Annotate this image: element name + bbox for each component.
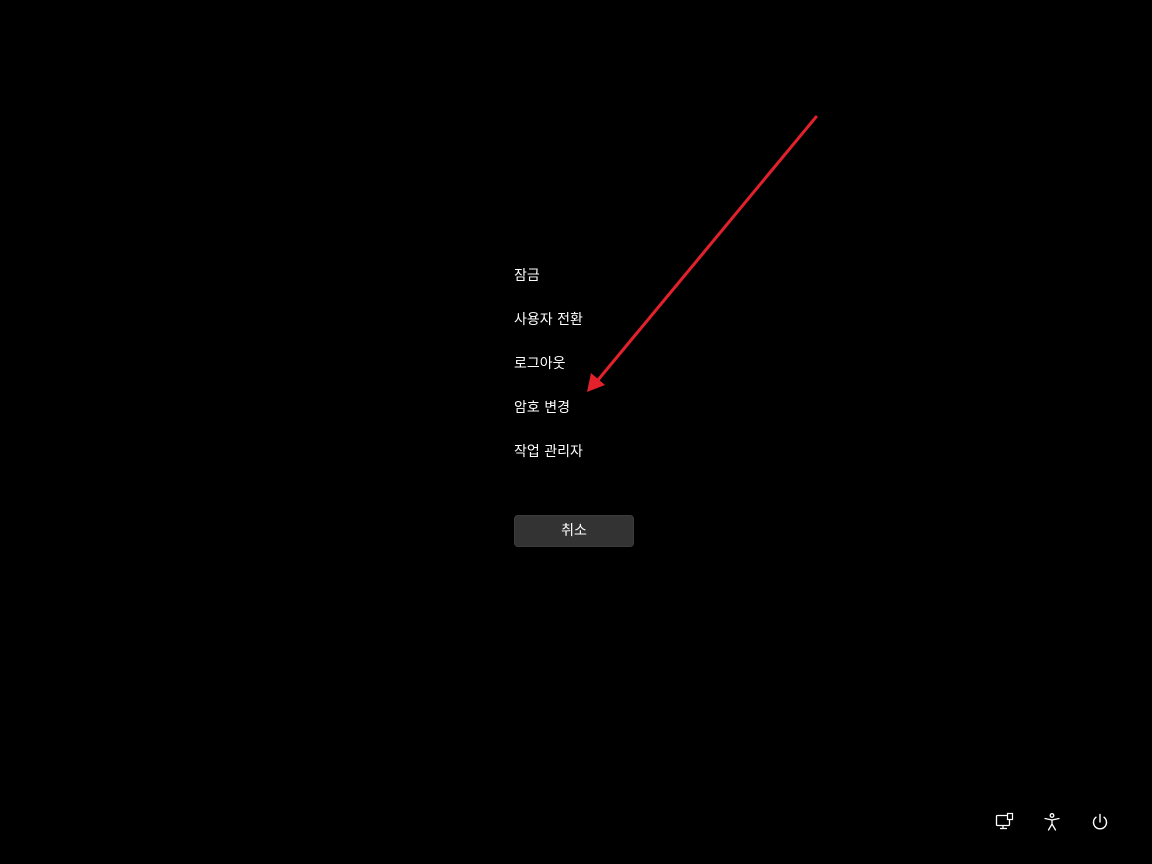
network-button[interactable]	[992, 810, 1016, 834]
annotation-arrow-head	[587, 373, 605, 392]
accessibility-button[interactable]	[1040, 810, 1064, 834]
security-options-menu: 잠금 사용자 전환 로그아웃 암호 변경 작업 관리자	[514, 264, 583, 484]
power-button[interactable]	[1088, 810, 1112, 834]
menu-item-change-password[interactable]: 암호 변경	[514, 396, 583, 440]
menu-item-task-manager[interactable]: 작업 관리자	[514, 440, 583, 484]
annotation-arrow-shaft	[596, 115, 818, 382]
network-icon	[995, 812, 1014, 830]
cancel-button[interactable]: 취소	[514, 515, 634, 547]
accessibility-icon	[1044, 813, 1060, 831]
menu-item-switch-user[interactable]: 사용자 전환	[514, 308, 583, 352]
menu-item-sign-out[interactable]: 로그아웃	[514, 352, 583, 396]
menu-item-lock[interactable]: 잠금	[514, 264, 583, 308]
power-icon	[1092, 813, 1108, 830]
